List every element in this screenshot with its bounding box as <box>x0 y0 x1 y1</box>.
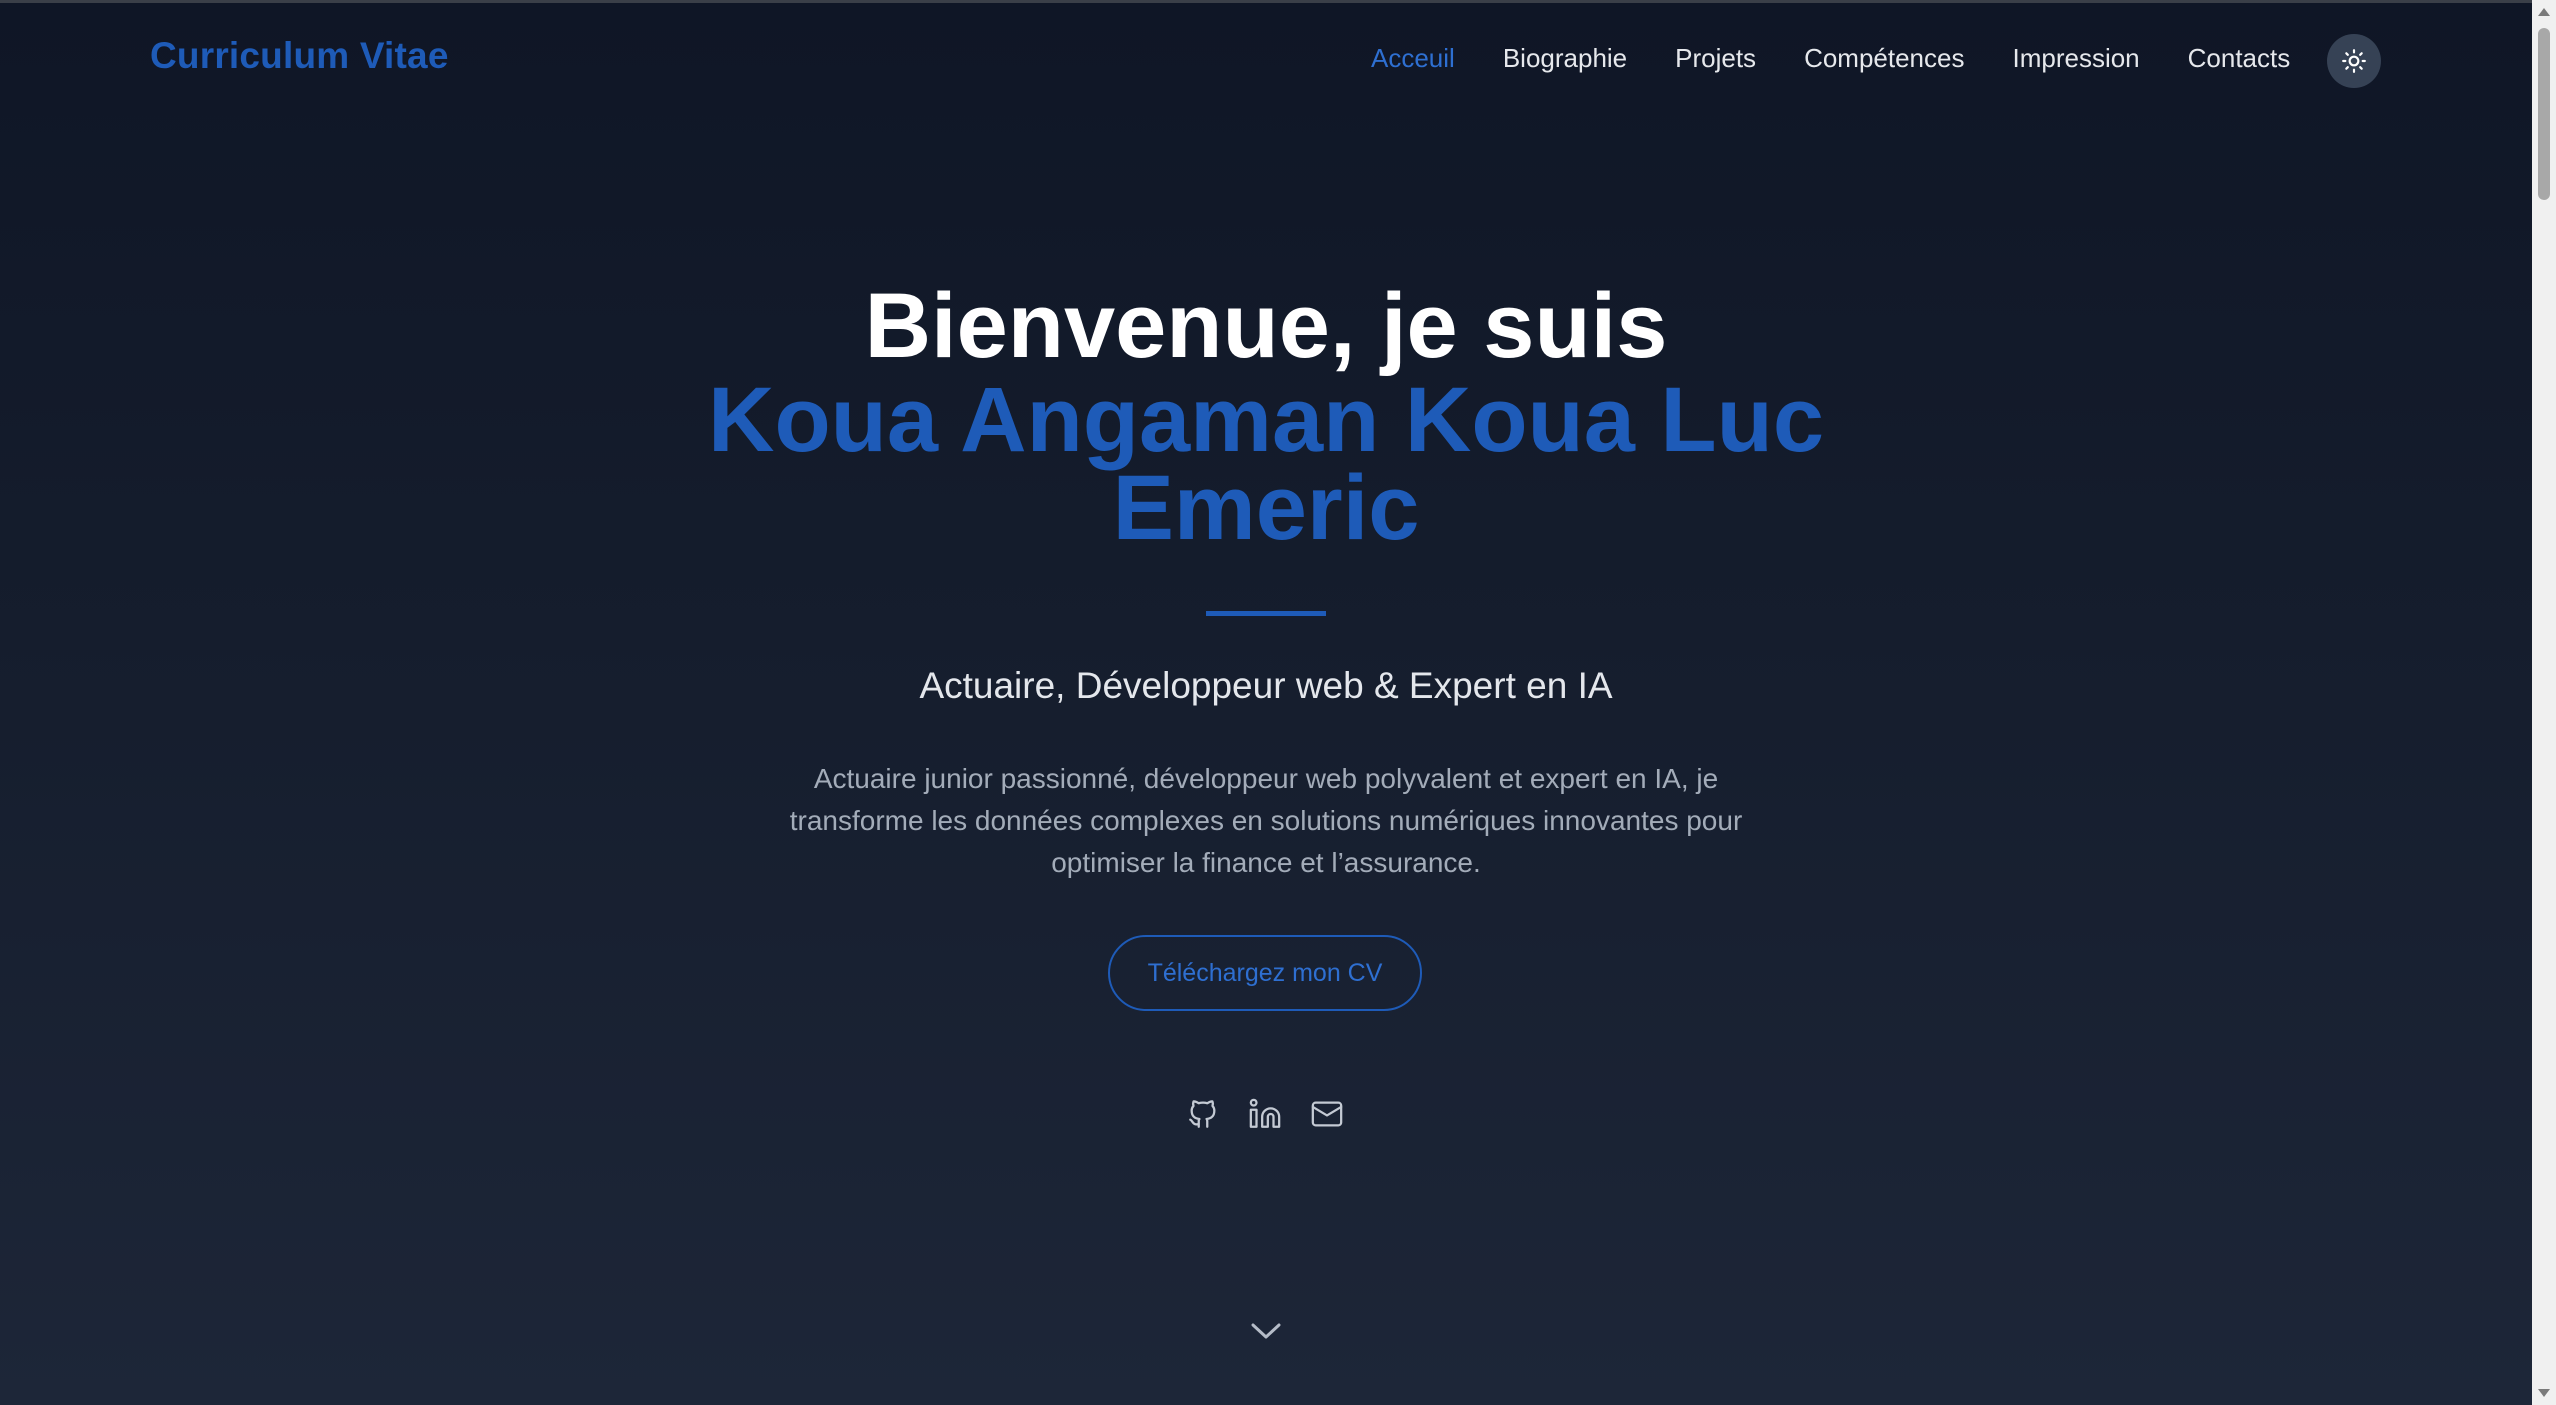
email-link[interactable] <box>1308 1095 1346 1133</box>
hero-greeting: Bienvenue, je suis <box>864 275 1668 377</box>
scroll-down-arrow[interactable] <box>2538 1389 2550 1397</box>
github-icon <box>1189 1100 1216 1128</box>
hero-section: Bienvenue, je suis Koua Angaman Koua Luc… <box>0 0 2532 1405</box>
hero-name-line2: Emeric <box>1112 457 1420 559</box>
chevron-down-icon <box>1251 1323 1281 1339</box>
hero-subtitle: Actuaire, Développeur web & Expert en IA <box>919 665 1613 706</box>
hero-divider <box>1206 611 1326 616</box>
scroll-up-arrow[interactable] <box>2538 8 2550 16</box>
hero-name-line1: Koua Angaman Koua Luc <box>708 369 1824 471</box>
scroll-down-button[interactable] <box>1247 1318 1285 1344</box>
hero-name: Koua Angaman Koua Luc Emeric <box>0 374 2532 554</box>
hero-description: Actuaire junior passionné, développeur w… <box>789 763 1743 878</box>
page-scrollbar[interactable] <box>2532 0 2556 1405</box>
download-cv-button[interactable]: Téléchargez mon CV <box>1108 935 1422 1011</box>
scrollbar-thumb[interactable] <box>2538 28 2550 200</box>
mail-icon <box>1311 1101 1343 1127</box>
github-link[interactable] <box>1184 1095 1222 1133</box>
linkedin-link[interactable] <box>1246 1095 1284 1133</box>
social-links <box>1184 1095 1346 1133</box>
linkedin-icon <box>1249 1098 1281 1128</box>
